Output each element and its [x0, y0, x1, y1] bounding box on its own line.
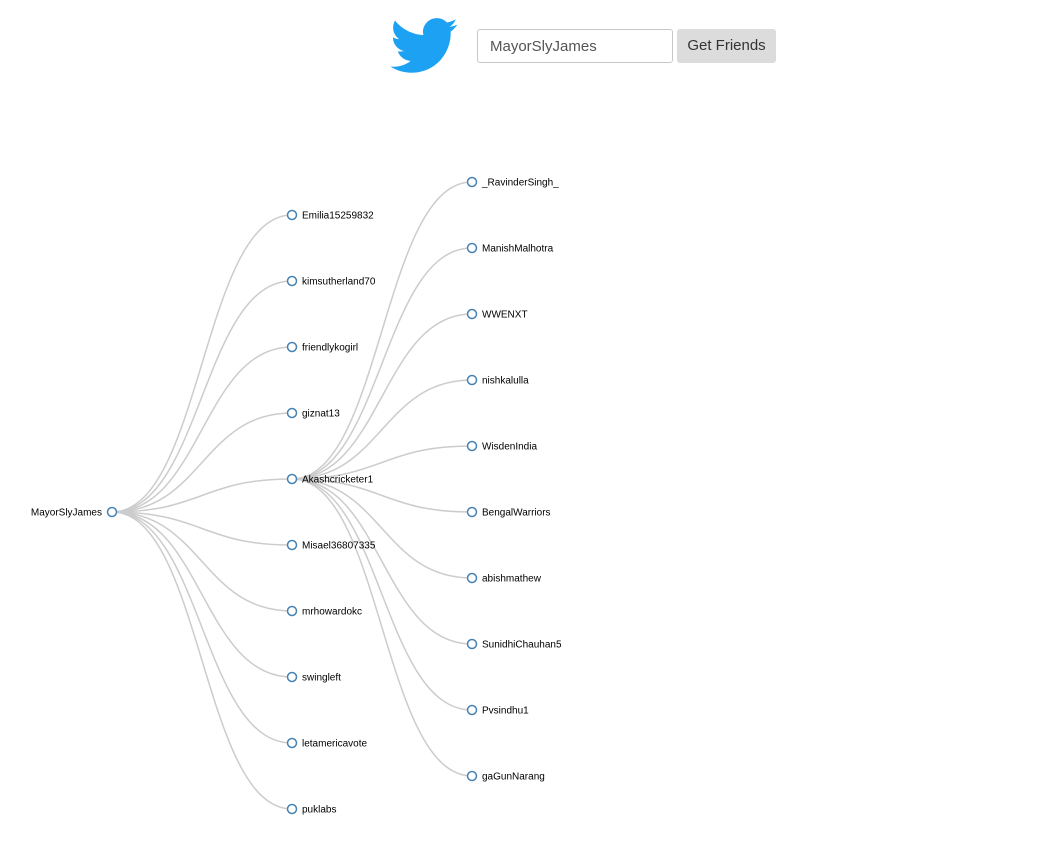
node-circle[interactable]: [286, 275, 298, 287]
tree-node[interactable]: WWENXT: [466, 308, 528, 321]
node-label: WWENXT: [482, 310, 528, 321]
tree-node[interactable]: letamericavote: [286, 737, 368, 750]
tree-link: [111, 511, 293, 546]
node-label: swingleft: [302, 673, 341, 684]
node-circle[interactable]: [286, 539, 298, 551]
node-circle[interactable]: [466, 506, 478, 518]
node-circle[interactable]: [106, 506, 118, 518]
tree-node[interactable]: ManishMalhotra: [466, 242, 554, 255]
node-circle[interactable]: [466, 308, 478, 320]
node-label: SunidhiChauhan5: [482, 640, 562, 651]
tree-link: [111, 280, 293, 513]
node-circle[interactable]: [286, 407, 298, 419]
node-circle[interactable]: [466, 770, 478, 782]
node-circle[interactable]: [286, 671, 298, 683]
tree-link: [111, 478, 293, 513]
node-label: BengalWarriors: [482, 508, 551, 519]
tree-node[interactable]: gaGunNarang: [466, 770, 545, 783]
tree-link: [111, 346, 293, 513]
node-circle[interactable]: [286, 341, 298, 353]
node-label: giznat13: [302, 409, 340, 420]
node-circle[interactable]: [286, 803, 298, 815]
node-label: MayorSlyJames: [31, 508, 102, 519]
tree-node[interactable]: mrhowardokc: [286, 605, 363, 618]
tree-link: [111, 511, 293, 678]
tree-node[interactable]: abishmathew: [466, 572, 542, 585]
tree-node[interactable]: friendlykogirl: [286, 341, 359, 354]
node-label: puklabs: [302, 805, 336, 816]
node-label: ManishMalhotra: [482, 244, 554, 255]
tree-link: [291, 181, 473, 480]
node-label: WisdenIndia: [482, 442, 537, 453]
node-label: kimsutherland70: [302, 277, 376, 288]
tree-link: [111, 511, 293, 612]
node-circle[interactable]: [466, 176, 478, 188]
tree-link: [291, 478, 473, 579]
tree-node[interactable]: puklabs: [286, 803, 337, 816]
tree-node[interactable]: _RavinderSingh_: [466, 176, 560, 189]
node-label: Pvsindhu1: [482, 706, 529, 717]
node-label: gaGunNarang: [482, 772, 545, 783]
tree-link: [111, 412, 293, 513]
node-circle[interactable]: [466, 704, 478, 716]
tree-node[interactable]: SunidhiChauhan5: [466, 638, 562, 651]
node-label: abishmathew: [482, 574, 542, 585]
tree-node[interactable]: Emilia15259832: [286, 209, 375, 222]
node-label: Akashcricketer1: [302, 475, 374, 486]
node-circle[interactable]: [466, 374, 478, 386]
friends-tree: MayorSlyJames Emilia15259832 kimsutherland…: [31, 176, 562, 816]
node-circle[interactable]: [286, 473, 298, 485]
node-circle[interactable]: [466, 638, 478, 650]
node-circle[interactable]: [286, 209, 298, 221]
tree-node[interactable]: swingleft: [286, 671, 342, 684]
tree-node[interactable]: Misael36807335: [286, 539, 376, 552]
tree-link: [291, 313, 473, 480]
node-label: nishkalulla: [482, 376, 529, 387]
tree-node[interactable]: kimsutherland70: [286, 275, 376, 288]
tree-link: [291, 478, 473, 777]
tree-node[interactable]: nishkalulla: [466, 374, 530, 387]
tree-link: [111, 511, 293, 744]
node-circle[interactable]: [466, 572, 478, 584]
node-circle[interactable]: [286, 737, 298, 749]
node-circle[interactable]: [286, 605, 298, 617]
tree-node[interactable]: giznat13: [286, 407, 341, 420]
tree-link: [291, 379, 473, 480]
tree-node[interactable]: WisdenIndia: [466, 440, 538, 453]
node-label: mrhowardokc: [302, 607, 362, 618]
node-circle[interactable]: [466, 440, 478, 452]
node-label: _RavinderSingh_: [481, 178, 559, 189]
node-label: letamericavote: [302, 739, 367, 750]
node-circle[interactable]: [466, 242, 478, 254]
tree-link: [111, 511, 293, 810]
tree-node[interactable]: MayorSlyJames: [31, 506, 118, 519]
tree-node[interactable]: BengalWarriors: [466, 506, 551, 519]
tree-link: [291, 478, 473, 645]
node-label: Misael36807335: [302, 541, 376, 552]
node-label: friendlykogirl: [302, 343, 358, 354]
tree-link: [111, 214, 293, 513]
tree-node[interactable]: Pvsindhu1: [466, 704, 530, 717]
node-label: Emilia15259832: [302, 211, 374, 222]
